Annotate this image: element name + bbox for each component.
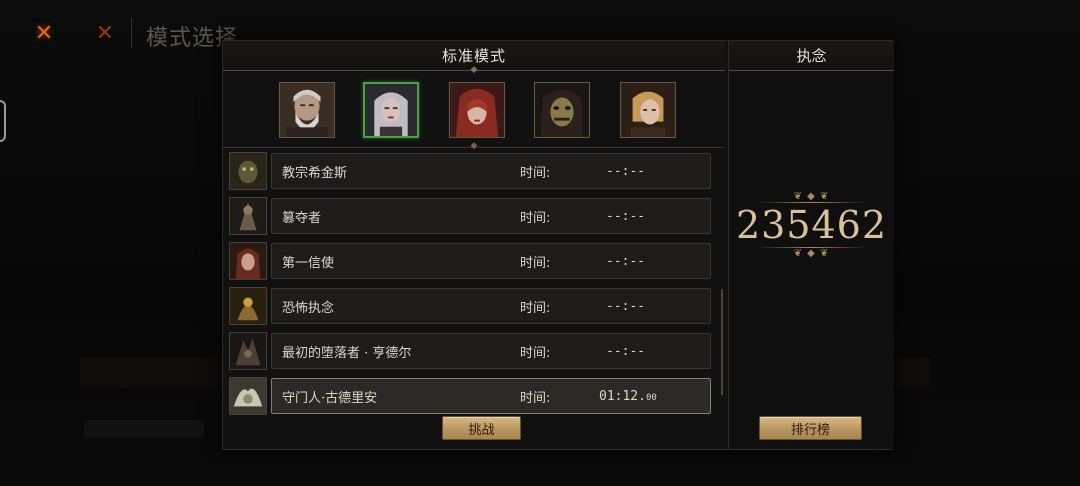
boss-thumbnail-icon	[229, 152, 267, 190]
time-label: 时间:	[520, 165, 551, 181]
boss-thumbnail-icon	[229, 242, 267, 280]
time-value: --:--	[606, 253, 646, 269]
leaderboard-button[interactable]: 排行榜	[759, 416, 862, 440]
score-value: 235462	[735, 203, 888, 247]
boss-thumbnail-icon	[229, 332, 267, 370]
mode-panel: 标准模式 ◆ ◆ 教宗希金斯 时间: --:-- 篡夺者 时间: --:-- 第…	[222, 40, 894, 450]
portrait-silver-haired-woman[interactable]	[363, 82, 419, 138]
portrait-red-hooded-woman[interactable]	[449, 82, 505, 138]
close-icon[interactable]: ✕	[31, 20, 57, 46]
portrait-masked-hooded-figure[interactable]	[534, 82, 590, 138]
boss-thumbnail-icon	[229, 377, 267, 415]
boss-row[interactable]: 第一信使 时间: --:--	[229, 242, 717, 280]
boss-name: 教宗希金斯	[282, 165, 348, 181]
woman-portrait-icon	[365, 84, 417, 136]
boss-name: 篡夺者	[282, 210, 322, 226]
boss-row-body: 第一信使 时间: --:--	[271, 243, 711, 279]
portrait-old-bearded-man[interactable]	[279, 82, 335, 138]
boss-name: 最初的堕落者 · 亨德尔	[282, 345, 412, 361]
divider	[131, 18, 132, 48]
boss-name: 第一信使	[282, 255, 335, 271]
ornament-icon: ❦ ◆ ❦	[793, 191, 830, 202]
ornament-icon: ◆	[470, 141, 478, 151]
time-value: --:--	[606, 343, 646, 359]
boss-row-body: 最初的堕落者 · 亨德尔 时间: --:--	[271, 333, 711, 369]
time-value: --:--	[606, 208, 646, 224]
character-portraits	[223, 71, 725, 147]
boss-row-selected[interactable]: 守门人·古德里安 时间: 01:12.00	[229, 377, 717, 415]
ornament-icon: ❦ ◆ ❦	[793, 248, 830, 259]
boss-thumbnail-icon	[229, 197, 267, 235]
time-label: 时间:	[520, 345, 551, 361]
boss-row[interactable]: 教宗希金斯 时间: --:--	[229, 152, 717, 190]
list-scrollbar[interactable]	[721, 289, 723, 395]
boss-name: 守门人·古德里安	[282, 390, 378, 406]
mode-title: 标准模式	[441, 47, 506, 65]
list-divider: ◆	[223, 141, 725, 151]
red-hood-portrait-icon	[450, 83, 504, 137]
boss-name: 恐怖执念	[282, 300, 335, 316]
boss-list-section: 标准模式 ◆ ◆ 教宗希金斯 时间: --:-- 篡夺者 时间: --:-- 第…	[223, 41, 725, 449]
time-label: 时间:	[520, 390, 551, 406]
time-label: 时间:	[520, 255, 551, 271]
time-value: 01:12.00	[599, 388, 657, 404]
boss-row[interactable]: 篡夺者 时间: --:--	[229, 197, 717, 235]
score-display: ❦ ◆ ❦ 235462 ❦ ◆ ❦	[729, 191, 894, 259]
back-close-icon: ✕	[95, 20, 115, 46]
mask-portrait-icon	[535, 83, 589, 137]
score-title: 执念	[796, 47, 827, 65]
time-label: 时间:	[520, 300, 551, 316]
boss-row-body: 篡夺者 时间: --:--	[271, 198, 711, 234]
background-faint-element	[84, 420, 204, 438]
boss-row-body: 教宗希金斯 时间: --:--	[271, 153, 711, 189]
challenge-button[interactable]: 挑战	[442, 416, 521, 440]
boss-row-body: 恐怖执念 时间: --:--	[271, 288, 711, 324]
boss-row-body: 守门人·古德里安 时间: 01:12.00	[271, 378, 711, 414]
boss-row[interactable]: 恐怖执念 时间: --:--	[229, 287, 717, 325]
old-man-portrait-icon	[280, 83, 334, 137]
side-tab-handle	[0, 100, 6, 142]
youth-portrait-icon	[621, 83, 675, 137]
score-section: 执念 ❦ ◆ ❦ 235462 ❦ ◆ ❦	[728, 41, 894, 449]
time-label: 时间:	[520, 210, 551, 226]
portrait-blond-youth[interactable]	[620, 82, 676, 138]
time-value: --:--	[606, 163, 646, 179]
boss-thumbnail-icon	[229, 287, 267, 325]
time-value: --:--	[606, 298, 646, 314]
score-header: 执念	[729, 41, 894, 71]
mode-header: 标准模式 ◆	[223, 41, 725, 75]
boss-row[interactable]: 最初的堕落者 · 亨德尔 时间: --:--	[229, 332, 717, 370]
